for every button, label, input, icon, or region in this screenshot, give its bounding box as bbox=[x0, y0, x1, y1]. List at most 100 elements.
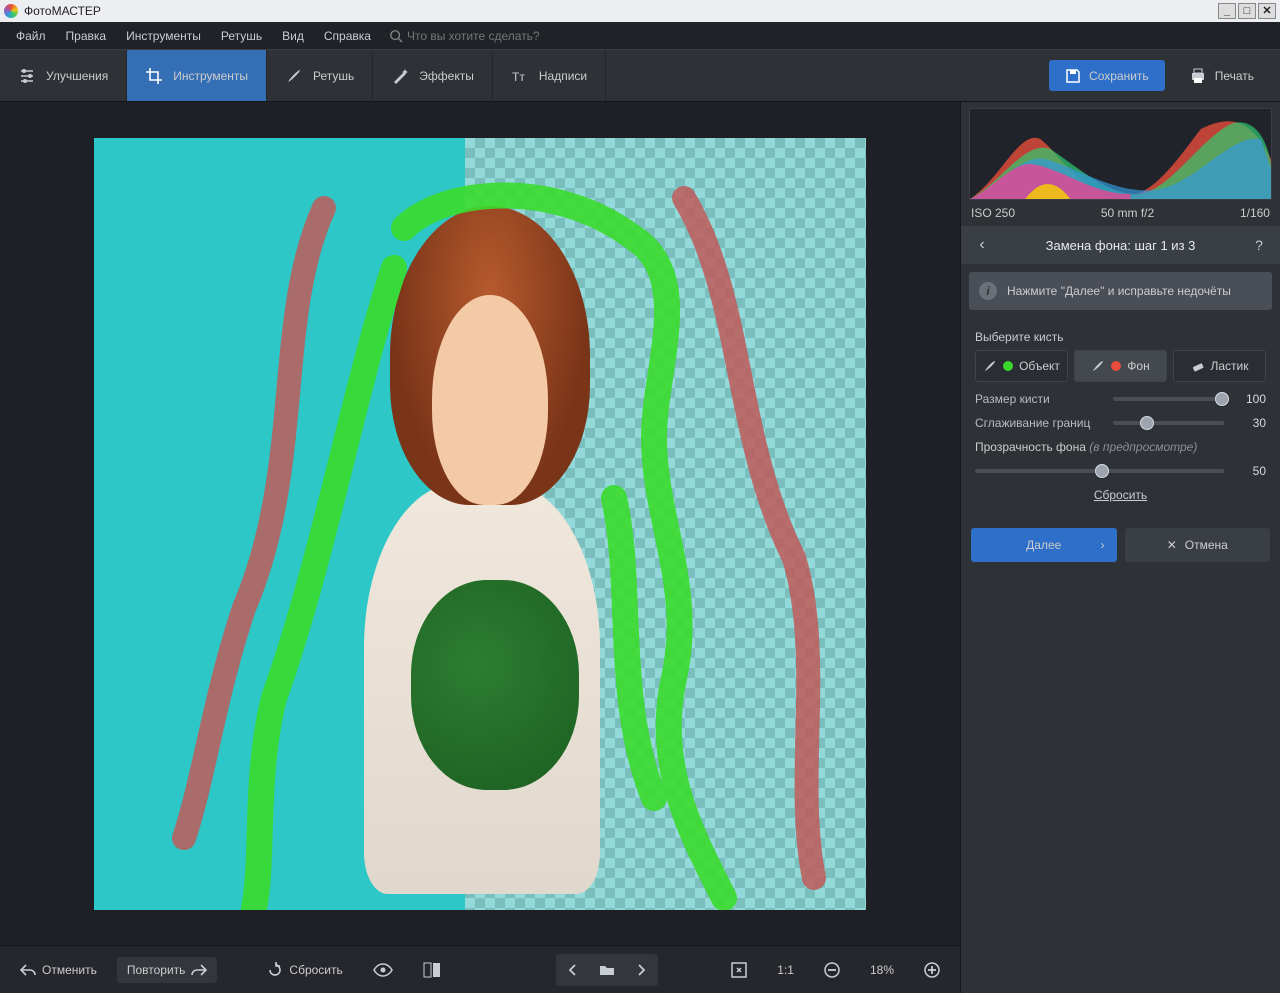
print-button[interactable]: Печать bbox=[1173, 60, 1270, 91]
minus-icon bbox=[824, 962, 840, 978]
toolbar: Улучшения Инструменты Ретушь Эффекты Tт … bbox=[0, 50, 1280, 102]
close-button[interactable]: ✕ bbox=[1258, 3, 1276, 19]
ratio-label: 1:1 bbox=[777, 963, 794, 977]
compare-icon bbox=[423, 962, 441, 978]
undo-icon bbox=[20, 963, 36, 977]
svg-text:Tт: Tт bbox=[512, 70, 525, 84]
wand-icon bbox=[391, 67, 409, 85]
brush-object-label: Объект bbox=[1019, 359, 1060, 373]
maximize-button[interactable]: □ bbox=[1238, 3, 1256, 19]
histogram-meta: ISO 250 50 mm f/2 1/160 bbox=[961, 204, 1280, 226]
brush-bg-label: Фон bbox=[1127, 359, 1149, 373]
side-panel: ISO 250 50 mm f/2 1/160 ‹ Замена фона: ш… bbox=[960, 102, 1280, 993]
opacity-note: (в предпросмотре) bbox=[1089, 440, 1197, 454]
brush-eraser-button[interactable]: Ластик bbox=[1173, 350, 1266, 382]
menu-edit[interactable]: Правка bbox=[58, 25, 115, 47]
undo-label: Отменить bbox=[42, 963, 97, 977]
tab-tools-label: Инструменты bbox=[173, 69, 248, 83]
chevron-right-icon: › bbox=[1101, 538, 1105, 552]
compare-toggle[interactable] bbox=[413, 956, 451, 984]
plus-icon bbox=[924, 962, 940, 978]
panel-help-button[interactable]: ? bbox=[1248, 237, 1270, 253]
panel-reset-link[interactable]: Сбросить bbox=[975, 488, 1266, 502]
opacity-label: Прозрачность фона bbox=[975, 440, 1086, 454]
brush-object-button[interactable]: Объект bbox=[975, 350, 1068, 382]
titlebar: ФотоМАСТЕР _ □ ✕ bbox=[0, 0, 1280, 22]
brush-size-slider[interactable]: Размер кисти 100 bbox=[975, 392, 1266, 406]
redo-icon bbox=[191, 963, 207, 977]
fit-icon bbox=[731, 962, 747, 978]
tab-text-label: Надписи bbox=[539, 69, 587, 83]
histogram-icon bbox=[970, 109, 1271, 199]
menu-view[interactable]: Вид bbox=[274, 25, 312, 47]
hint-text: Нажмите "Далее" и исправьте недочёты bbox=[1007, 284, 1231, 298]
info-icon: i bbox=[979, 282, 997, 300]
next-label: Далее bbox=[1026, 538, 1061, 552]
search-icon bbox=[389, 29, 403, 43]
opacity-slider[interactable]: 50 bbox=[975, 464, 1266, 478]
opacity-value: 50 bbox=[1232, 464, 1266, 478]
cancel-button[interactable]: ✕ Отмена bbox=[1125, 528, 1271, 562]
open-folder-button[interactable] bbox=[592, 956, 622, 984]
tab-retouch-label: Ретушь bbox=[313, 69, 354, 83]
chevron-right-icon bbox=[636, 964, 646, 976]
file-nav-group bbox=[556, 954, 658, 986]
brush-icon bbox=[285, 67, 303, 85]
choose-brush-label: Выберите кисть bbox=[975, 330, 1266, 344]
printer-icon bbox=[1189, 67, 1207, 85]
save-button[interactable]: Сохранить bbox=[1049, 60, 1165, 91]
undo-button[interactable]: Отменить bbox=[10, 957, 107, 983]
histogram[interactable] bbox=[969, 108, 1272, 200]
lens-label: 50 mm f/2 bbox=[1101, 206, 1154, 220]
panel-header: ‹ Замена фона: шаг 1 из 3 ? bbox=[961, 226, 1280, 264]
tab-text[interactable]: Tт Надписи bbox=[493, 50, 606, 101]
prev-file-button[interactable] bbox=[558, 956, 588, 984]
next-file-button[interactable] bbox=[626, 956, 656, 984]
brush-bg-button[interactable]: Фон bbox=[1074, 350, 1167, 382]
save-label: Сохранить bbox=[1089, 69, 1149, 83]
iso-label: ISO 250 bbox=[971, 206, 1015, 220]
smoothing-slider[interactable]: Сглаживание границ 30 bbox=[975, 416, 1266, 430]
app-logo-icon bbox=[4, 4, 18, 18]
menu-file[interactable]: Файл bbox=[8, 25, 54, 47]
brush-object-icon bbox=[983, 359, 997, 373]
minimize-button[interactable]: _ bbox=[1218, 3, 1236, 19]
menu-retouch[interactable]: Ретушь bbox=[213, 25, 270, 47]
text-icon: Tт bbox=[511, 67, 529, 85]
red-dot-icon bbox=[1111, 361, 1121, 371]
reset-button[interactable]: Сбросить bbox=[257, 956, 352, 984]
tab-retouch[interactable]: Ретушь bbox=[267, 50, 373, 101]
photo-preview bbox=[94, 138, 866, 910]
print-label: Печать bbox=[1215, 69, 1254, 83]
brush-eraser-label: Ластик bbox=[1211, 359, 1249, 373]
next-button[interactable]: Далее › bbox=[971, 528, 1117, 562]
preview-toggle[interactable] bbox=[363, 957, 403, 983]
tab-tools[interactable]: Инструменты bbox=[127, 50, 267, 101]
panel-back-button[interactable]: ‹ bbox=[971, 236, 993, 254]
fit-screen-button[interactable] bbox=[721, 956, 757, 984]
zoom-level[interactable]: 18% bbox=[860, 957, 904, 983]
panel-hint: i Нажмите "Далее" и исправьте недочёты bbox=[969, 272, 1272, 310]
reset-label: Сбросить bbox=[289, 963, 342, 977]
smoothing-value: 30 bbox=[1232, 416, 1266, 430]
chevron-left-icon bbox=[568, 964, 578, 976]
brush-size-value: 100 bbox=[1232, 392, 1266, 406]
crop-icon bbox=[145, 67, 163, 85]
zoom-out-button[interactable] bbox=[814, 956, 850, 984]
green-dot-icon bbox=[1003, 361, 1013, 371]
menu-help[interactable]: Справка bbox=[316, 25, 379, 47]
tab-effects[interactable]: Эффекты bbox=[373, 50, 493, 101]
save-icon bbox=[1065, 68, 1081, 84]
actual-size-button[interactable]: 1:1 bbox=[767, 957, 804, 983]
background-stroke bbox=[94, 138, 866, 910]
sliders-icon bbox=[18, 67, 36, 85]
zoom-in-button[interactable] bbox=[914, 956, 950, 984]
redo-button[interactable]: Повторить bbox=[117, 957, 218, 983]
zoom-label: 18% bbox=[870, 963, 894, 977]
canvas[interactable] bbox=[0, 102, 960, 945]
tab-enhance[interactable]: Улучшения bbox=[0, 50, 127, 101]
menu-tools[interactable]: Инструменты bbox=[118, 25, 209, 47]
bottombar: Отменить Повторить Сбросить bbox=[0, 945, 960, 993]
brush-size-label: Размер кисти bbox=[975, 392, 1105, 406]
search-input[interactable] bbox=[407, 29, 607, 43]
